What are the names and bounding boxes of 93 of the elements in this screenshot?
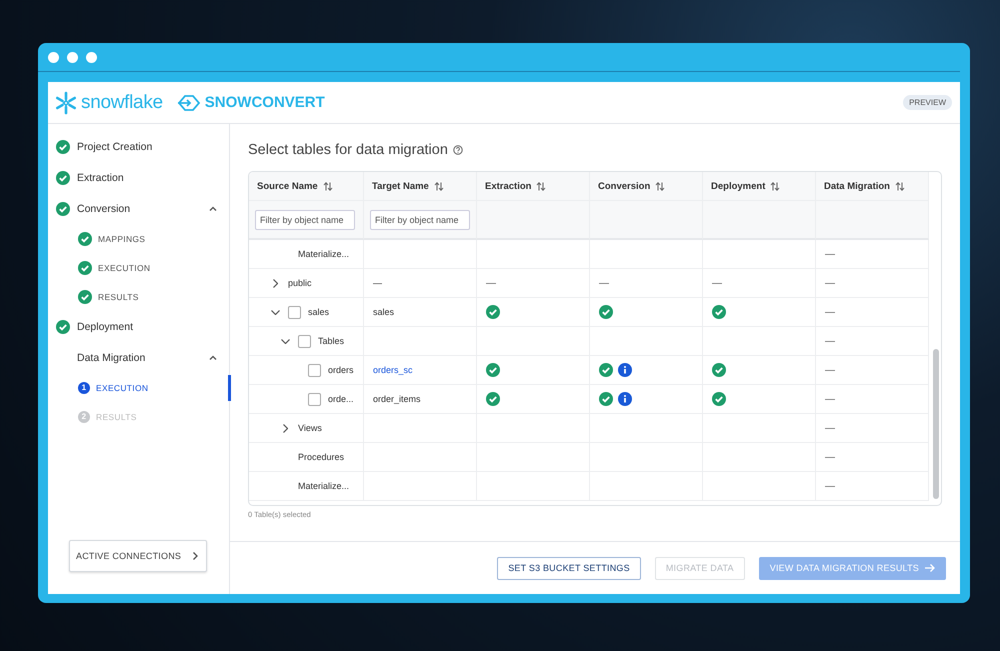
check-icon [56,320,70,334]
check-icon [78,232,92,246]
substep-item[interactable]: RESULTS [48,282,229,311]
source-name: Views [298,423,322,433]
checkbox[interactable] [308,364,321,376]
check-icon [712,392,726,406]
chevron-icon[interactable] [209,355,217,360]
window-dot[interactable] [86,52,97,62]
active-connections-button[interactable]: ACTIVE CONNECTIONS [69,540,207,572]
source-name: orde... [328,394,354,404]
table-cell: — [816,443,929,472]
chevron-icon [193,552,198,560]
chevron-icon[interactable] [209,206,217,211]
column-header[interactable]: Data Migration [816,172,929,201]
substep-item[interactable]: MAPPINGS [48,224,229,253]
preview-badge: PREVIEW [903,95,952,110]
arrow-icon [925,564,935,572]
table-cell: — [816,356,929,385]
help-icon[interactable] [452,145,463,155]
snowflake-icon [54,90,78,114]
table-cell: — [703,269,816,298]
check-icon [486,363,500,377]
checkbox[interactable] [298,334,311,348]
table-cell: — [590,269,703,298]
step-item[interactable]: Conversion [48,193,229,224]
table-cell: — [816,414,929,443]
source-name: sales [308,307,330,317]
check-icon [712,305,726,319]
convert-icon [176,94,201,112]
check-icon [712,363,726,377]
table-cell: — [364,269,477,298]
source-name: Materialize... [298,481,350,491]
checkbox[interactable] [288,306,301,318]
sort-icon[interactable] [434,182,444,190]
table-cell: — [816,472,929,501]
source-name: Materialize... [298,249,350,259]
table-cell: — [816,385,929,414]
source-name: Procedures [298,452,344,462]
check-icon [486,392,500,406]
source-name: public [288,278,312,288]
filter-field[interactable]: Filter by object name [255,210,355,230]
column-header[interactable]: Target Name [364,172,477,201]
step-number: 1 [78,382,90,394]
checkbox[interactable] [308,392,321,406]
sort-icon[interactable] [536,182,546,190]
check-icon [78,260,92,274]
target-name-link[interactable]: orders_sc [373,365,413,375]
check-icon [56,140,70,154]
substep-item[interactable]: 1 EXECUTION [48,373,229,402]
step-item[interactable]: Project Creation [48,131,229,162]
substep-item[interactable]: EXECUTION [48,253,229,282]
sort-icon[interactable] [894,182,905,190]
check-icon [599,392,613,406]
step-item[interactable]: Data Migration [48,342,229,373]
check-icon [78,290,92,304]
check-icon [599,363,613,377]
source-name: orders [328,365,354,375]
check-icon [56,202,70,216]
page-title: Select tables for data migration [248,142,448,158]
table-cell: — [816,298,929,327]
window-dot[interactable] [48,52,59,62]
info-icon[interactable] [618,392,632,406]
check-icon [56,170,70,184]
product-name: SNOWCONVERT [204,94,325,111]
table-cell: order_items [364,385,477,414]
table-cell: — [816,327,929,356]
check-icon [486,305,500,319]
sort-icon[interactable] [770,182,780,190]
column-header[interactable]: Deployment [703,172,816,201]
column-header[interactable]: Conversion [590,172,703,201]
step-item[interactable]: Deployment [48,311,229,342]
step-number: 2 [78,410,90,422]
table-cell: — [816,240,929,269]
source-name: Tables [318,336,344,346]
chevron-icon[interactable] [282,424,288,432]
chevron-icon[interactable] [280,338,290,344]
table-cell: — [816,269,929,298]
info-icon[interactable] [618,363,632,377]
chevron-icon[interactable] [270,310,280,314]
step-item[interactable]: Extraction [48,162,229,193]
column-header[interactable]: Extraction [477,172,590,201]
table-cell: — [477,269,590,298]
scrollbar[interactable] [933,349,939,499]
sort-icon[interactable] [655,182,666,190]
filter-field[interactable]: Filter by object name [370,210,470,230]
check-icon [599,305,613,319]
column-header[interactable]: Source Name [249,172,364,201]
window-dot[interactable] [67,52,78,62]
sort-icon[interactable] [322,182,333,190]
action-button[interactable]: SET S3 BUCKET SETTINGS [497,556,641,580]
brand-name: snowflake [81,92,163,114]
table-cell: sales [364,298,477,327]
chevron-icon[interactable] [272,278,278,288]
